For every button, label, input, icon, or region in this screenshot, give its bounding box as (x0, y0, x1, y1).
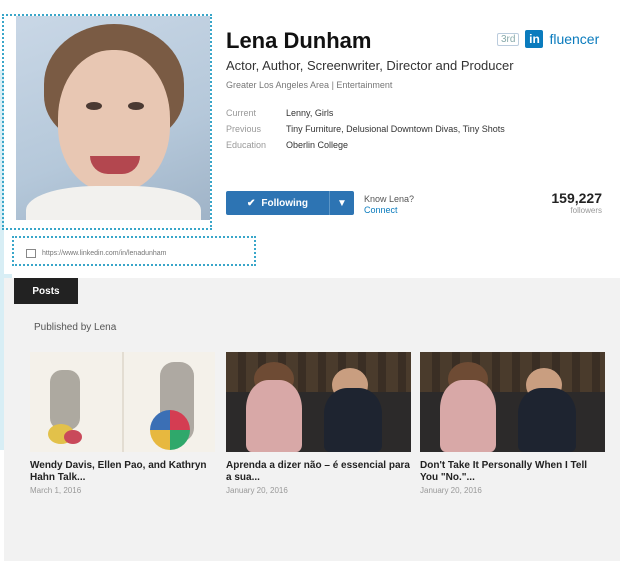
detail-value[interactable]: Tiny Furniture, Delusional Downtown Diva… (286, 124, 505, 134)
following-main[interactable]: ✔ Following (226, 191, 330, 215)
profile-name: Lena Dunham (226, 28, 372, 53)
post-card[interactable]: Don't Take It Personally When I Tell You… (420, 352, 605, 495)
detail-education: Education Oberlin College (226, 140, 348, 150)
detail-label: Current (226, 108, 257, 118)
tab-posts[interactable]: Posts (14, 278, 78, 304)
profile-headline: Actor, Author, Screenwriter, Director an… (226, 58, 514, 73)
influencer-label: fluencer (549, 31, 600, 47)
post-title[interactable]: Aprenda a dizer não – é essencial para a… (226, 460, 411, 484)
post-title[interactable]: Wendy Davis, Ellen Pao, and Kathryn Hahn… (30, 460, 215, 484)
post-thumbnail[interactable] (226, 352, 411, 452)
post-card[interactable]: Wendy Davis, Ellen Pao, and Kathryn Hahn… (30, 352, 215, 495)
detail-previous: Previous Tiny Furniture, Delusional Down… (226, 124, 505, 134)
post-thumbnail[interactable] (30, 352, 215, 452)
know-label: Know Lena? (364, 194, 415, 204)
influencer-badge[interactable]: 3rd in fluencer (497, 30, 599, 48)
post-card[interactable]: Aprenda a dizer não – é essencial para a… (226, 352, 411, 495)
profile-location: Greater Los Angeles Area | Entertainment (226, 80, 393, 90)
post-title[interactable]: Don't Take It Personally When I Tell You… (420, 460, 605, 484)
checkmark-icon: ✔ (246, 197, 256, 209)
post-date: January 20, 2016 (226, 486, 288, 495)
guide-url (12, 236, 256, 266)
connection-degree: 3rd (497, 32, 520, 46)
following-label: Following (261, 197, 309, 209)
detail-value[interactable]: Lenny, Girls (286, 108, 333, 118)
detail-value[interactable]: Oberlin College (286, 140, 348, 150)
followers-label: followers (570, 206, 602, 215)
detail-label: Education (226, 140, 267, 150)
posts-section: Posts Published by Lena Wendy Davis, Ell… (4, 278, 620, 561)
caret-down-icon[interactable]: ▼ (330, 198, 354, 209)
detail-current: Current Lenny, Girls (226, 108, 333, 118)
detail-label: Previous (226, 124, 262, 134)
linkedin-logo-icon: in (525, 30, 544, 48)
post-date: January 20, 2016 (420, 486, 482, 495)
following-button[interactable]: ✔ Following ▼ (226, 191, 354, 215)
know-connect: Know Lena? Connect (364, 194, 414, 216)
post-date: March 1, 2016 (30, 486, 82, 495)
followers-count: 159,227 followers (551, 190, 602, 215)
followers-number: 159,227 (551, 190, 602, 206)
guide-photo (2, 14, 212, 230)
section-title: Published by Lena (34, 322, 117, 333)
post-thumbnail[interactable] (420, 352, 605, 452)
connect-link[interactable]: Connect (364, 205, 414, 216)
